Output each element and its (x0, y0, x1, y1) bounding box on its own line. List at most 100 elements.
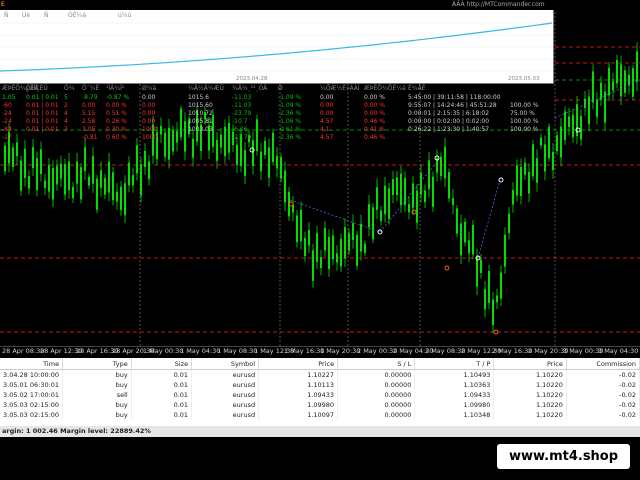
stats-cell: 0.01 | 0.01 (26, 118, 59, 125)
order-cell: 1.10220 (493, 390, 567, 400)
orders-column-header[interactable]: Type (62, 358, 132, 370)
candle-body (488, 271, 490, 303)
stats-cell: 0.46 % (364, 118, 385, 125)
stats-cell: 0.26 % (106, 118, 127, 125)
order-cell: 1.09433 (414, 390, 495, 400)
candle-body (364, 243, 366, 254)
orders-table: Time Type Size Symbol Price S / LT / P Price Co… (0, 358, 640, 420)
candle-body (36, 158, 38, 191)
candle-body (316, 233, 318, 262)
orders-column-header[interactable]: S / L (337, 358, 416, 370)
candle-body (432, 176, 434, 207)
stats-cell: 0.00 % (364, 94, 385, 101)
candle-body (132, 175, 134, 186)
stats-cell: 0.00 (320, 94, 334, 101)
candle-body (580, 116, 582, 140)
time-axis-label: 1 May 00:30 (143, 347, 184, 355)
stats-cell: -11.03 (232, 94, 252, 101)
candle-body (280, 157, 282, 179)
orders-column-header[interactable]: Commission (566, 358, 640, 370)
order-row[interactable]: 3.05.01 06:30:01 buy 0.01 eurusd 1.10113 0.00… (0, 380, 640, 390)
stats-cell: 0.30 % (106, 126, 127, 133)
order-cell: 0.01 (131, 380, 193, 390)
orders-column-header[interactable]: T / P (414, 358, 495, 370)
order-cell: 1.10097 (258, 410, 339, 420)
stats-header-row: ÆÞÊÕ¾ÔÊÅ ¿ÜÍÇÉÜ Õ¾ Ö¯¼Ê ¹ÎÂ¾Î² Ø¼ä ¼Ã½Ä¼ÆÛ ¼Ã½¸… (0, 85, 553, 93)
order-row[interactable]: 3.05.03 02:15:00 buy 0.01 eurusd 1.10097 0.00… (0, 410, 640, 420)
order-cell: 1.09433 (258, 390, 339, 400)
candle-body (400, 173, 402, 206)
stats-cell: -0.61 % (278, 126, 302, 133)
stats-cell: 0:26:22 | 1:23:30 | 1:40:57 (408, 126, 490, 133)
candle-body (68, 161, 70, 191)
brand-link[interactable]: ÀÂÀ http://MTCommander.com (452, 1, 545, 8)
stats-cell: 4.1 (320, 126, 330, 133)
candle-body (584, 98, 586, 109)
trade-connector (477, 179, 501, 259)
candle-body (320, 257, 322, 269)
candle-body (356, 234, 358, 266)
stats-cell: 0.51 % (106, 110, 127, 117)
stats-header-cell: ¼ÔÆ½Ê»ÄÀÌ (320, 85, 360, 92)
order-cell: sell (62, 390, 132, 400)
candle-body (464, 221, 466, 243)
order-cell: 1.09980 (258, 400, 339, 410)
order-cell: 1.10113 (258, 380, 339, 390)
stats-cell: 4.57 (320, 118, 334, 125)
order-row[interactable]: 3.05.02 17:00:01 sell 0.01 eurusd 1.09433 0.0… (0, 390, 640, 400)
order-cell: 1.10363 (414, 380, 495, 390)
time-axis-label: 3 May 04:30 (598, 347, 639, 355)
orders-column-header[interactable]: Price (493, 358, 567, 370)
candle-body (468, 240, 470, 254)
candle-body (452, 198, 454, 205)
order-row[interactable]: 3.05.03 02:15:00 buy 0.01 eurusd 1.09980 0.00… (0, 400, 640, 410)
stats-header-cell: Ö¯¼Ê (82, 85, 100, 92)
margin-status: argin: 1 002.46 Margin level: 22889.42% (0, 426, 640, 437)
candle-body (616, 59, 618, 84)
candle-body (348, 233, 350, 251)
stats-cell: 0.00 (82, 102, 96, 109)
stats-cell: 0.01 | 0.01 (26, 126, 59, 133)
order-cell: 1.10227 (258, 369, 339, 380)
order-cell: -0.02 (566, 410, 640, 420)
time-axis-label: 2 May 08:30 (425, 347, 466, 355)
orders-column-header[interactable]: Price (258, 358, 339, 370)
candle-body (440, 156, 442, 176)
stats-cell: -84 (2, 126, 12, 133)
order-cell: buy (62, 380, 132, 390)
candle-body (500, 272, 502, 299)
order-cell: 0.01 (131, 410, 193, 420)
candle-body (544, 144, 546, 172)
candle-body (344, 227, 346, 259)
stats-cell: 0.60 % (106, 134, 127, 141)
candle-body (80, 167, 82, 200)
candle-body (16, 142, 18, 157)
candle-body (336, 253, 338, 263)
candle-body (416, 190, 418, 223)
candle-body (456, 208, 458, 234)
order-cell: 0.00000 (337, 410, 416, 420)
candle-body (600, 82, 602, 100)
stats-cell: 0.00 % (364, 110, 385, 117)
candle-body (624, 70, 626, 93)
orders-column-header[interactable]: Time (0, 358, 64, 370)
trade-connector (289, 199, 381, 233)
candle-body (552, 151, 554, 170)
candle-body (372, 207, 374, 240)
orders-column-header[interactable]: Size (131, 358, 193, 370)
toolbar-item[interactable]: E (1, 1, 5, 8)
stats-cell: -1.09 % (278, 102, 302, 109)
order-cell: 1.10220 (493, 369, 567, 380)
candle-body (72, 186, 74, 199)
orders-column-header[interactable]: Symbol (191, 358, 260, 370)
candle-body (96, 178, 98, 210)
order-cell: eurusd (191, 410, 260, 420)
order-cell: 1.10493 (414, 369, 495, 380)
candle-body (276, 156, 278, 169)
candle-body (556, 135, 558, 152)
order-row[interactable]: 3.04.28 10:00:00 buy 0.01 eurusd 1.10227 0.00… (0, 369, 640, 380)
stats-cell: 100.00 % (510, 126, 539, 133)
stats-row: -84 0.01 | 0.01 3 3.05 0.30 % 1000 1003.03 -6.0… (0, 126, 553, 134)
order-cell: eurusd (191, 380, 260, 390)
candle-body (136, 145, 138, 174)
